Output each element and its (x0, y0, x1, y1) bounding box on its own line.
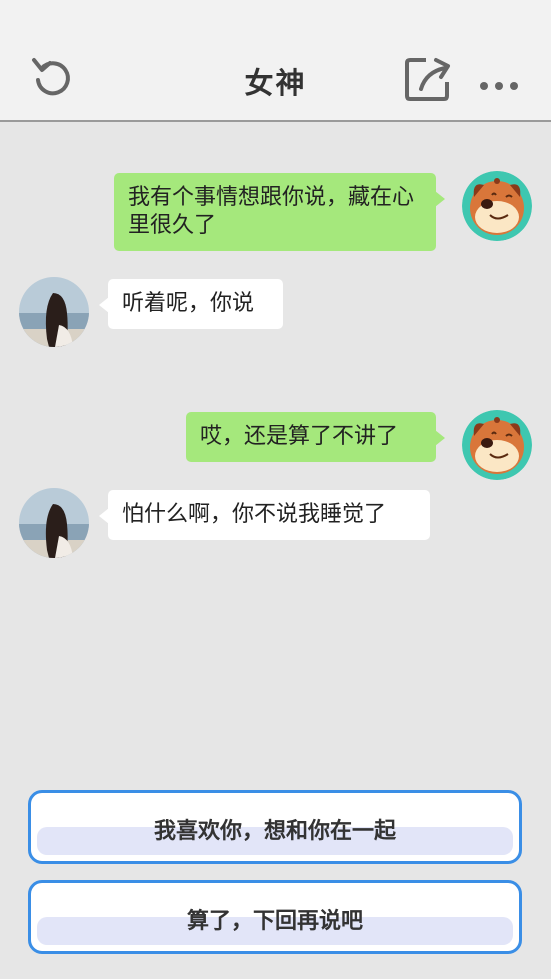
page-title: 女神 (244, 66, 307, 100)
choice-button-confess[interactable]: 我喜欢你，想和你在一起 (28, 790, 522, 864)
choice-label: 算了，下回再说吧 (186, 909, 363, 934)
choice-button-later[interactable]: 算了，下回再说吧 (28, 880, 522, 954)
choice-label: 我喜欢你，想和你在一起 (153, 819, 396, 844)
more-dots-icon[interactable] (478, 78, 522, 98)
contact-avatar[interactable] (19, 277, 89, 347)
message-bubble-received: 听着呢，你说 (99, 279, 283, 329)
message-bubble-sent: 哎，还是算了不讲了 (186, 412, 445, 462)
contact-avatar[interactable] (19, 488, 89, 558)
share-icon[interactable] (404, 56, 452, 106)
message-bubble-sent: 我有个事情想跟你说，藏在心里很久了 (114, 173, 445, 251)
top-bar: 女神 (0, 0, 551, 122)
my-avatar[interactable] (462, 410, 532, 480)
my-avatar[interactable] (462, 171, 532, 241)
message-bubble-received: 怕什么啊，你不说我睡觉了 (99, 490, 430, 540)
